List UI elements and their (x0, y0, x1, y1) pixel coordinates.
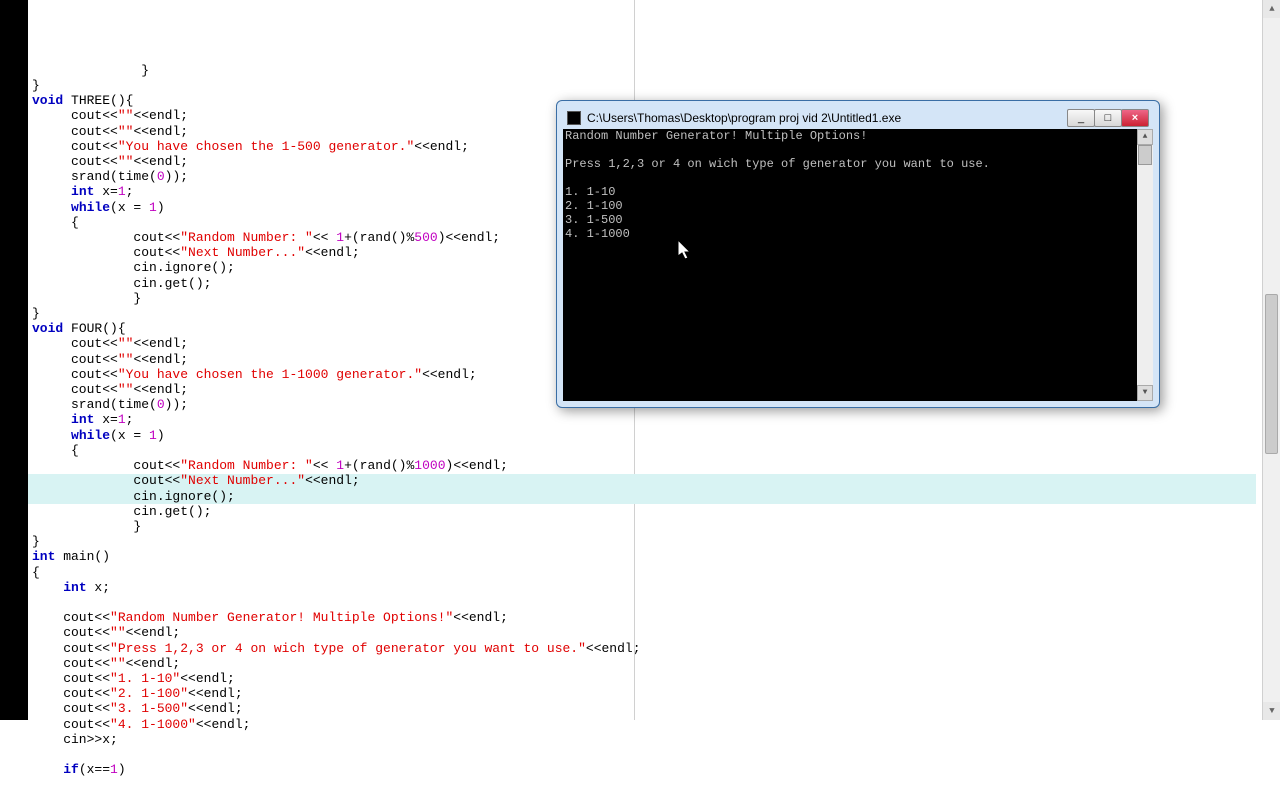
code-line: cout<<""<<endl; (32, 124, 1256, 139)
code-line: cin.ignore(); (32, 260, 1256, 275)
code-line: cout<<"Press 1,2,3 or 4 on wich type of … (32, 641, 1256, 656)
code-line: } (32, 534, 1256, 549)
code-line: cout<<""<<endl; (32, 625, 1256, 640)
code-area[interactable]: }}void THREE(){ cout<<""<<endl; cout<<""… (28, 0, 1260, 720)
scroll-up-button[interactable]: ▲ (1263, 0, 1280, 18)
code-line: cin.get(); (32, 276, 1256, 291)
code-line: cin>>x; (32, 732, 1256, 747)
code-line (32, 595, 1256, 610)
code-line: int main() (32, 549, 1256, 564)
code-line: cout<<"2. 1-100"<<endl; (32, 686, 1256, 701)
code-line: int x=1; (32, 412, 1256, 427)
code-line: { (32, 443, 1256, 458)
code-line: cout<<"4. 1-1000"<<endl; (32, 717, 1256, 732)
code-line: cin.get(); (32, 504, 1256, 519)
code-line: void FOUR(){ (32, 321, 1256, 336)
code-line: void THREE(){ (32, 93, 1256, 108)
code-line: cout<<""<<endl; (32, 352, 1256, 367)
code-line: { (32, 215, 1256, 230)
code-line: cout<<"You have chosen the 1-500 generat… (32, 139, 1256, 154)
code-line: cout<<""<<endl; (32, 656, 1256, 671)
editor-scrollbar[interactable]: ▲ ▼ (1262, 0, 1280, 720)
code-line (32, 747, 1256, 762)
code-line: cout<<"Next Number..."<<endl; (32, 473, 1256, 488)
code-line: if(x==1) (32, 762, 1256, 777)
code-line: } (32, 306, 1256, 321)
code-line: } (32, 291, 1256, 306)
code-line: cout<<"Random Number: "<< 1+(rand()%1000… (32, 458, 1256, 473)
scroll-thumb[interactable] (1265, 294, 1278, 454)
code-line: cout<<"Random Number: "<< 1+(rand()%500)… (32, 230, 1256, 245)
code-line: cout<<"Next Number..."<<endl; (32, 245, 1256, 260)
code-line: srand(time(0)); (32, 397, 1256, 412)
code-line: { (32, 565, 1256, 580)
code-line: cin.ignore(); (32, 489, 1256, 504)
code-line: cout<<"1. 1-10"<<endl; (32, 671, 1256, 686)
code-line: int x=1; (32, 184, 1256, 199)
code-line: cout<<""<<endl; (32, 382, 1256, 397)
code-line: cout<<""<<endl; (32, 336, 1256, 351)
code-line: cout<<""<<endl; (32, 108, 1256, 123)
code-line: while(x = 1) (32, 428, 1256, 443)
scroll-track[interactable] (1263, 18, 1280, 702)
editor-gutter (0, 0, 28, 720)
scroll-down-button[interactable]: ▼ (1263, 702, 1280, 720)
code-line: srand(time(0)); (32, 169, 1256, 184)
code-line: } (32, 78, 1256, 93)
code-editor[interactable]: }}void THREE(){ cout<<""<<endl; cout<<""… (0, 0, 1260, 720)
code-line: } (32, 63, 1256, 78)
code-line: int x; (32, 580, 1256, 595)
code-line: while(x = 1) (32, 200, 1256, 215)
code-line: cout<<"Random Number Generator! Multiple… (32, 610, 1256, 625)
code-line: cout<<"3. 1-500"<<endl; (32, 701, 1256, 716)
code-line: cout<<"You have chosen the 1-1000 genera… (32, 367, 1256, 382)
code-line: } (32, 519, 1256, 534)
code-line: cout<<""<<endl; (32, 154, 1256, 169)
